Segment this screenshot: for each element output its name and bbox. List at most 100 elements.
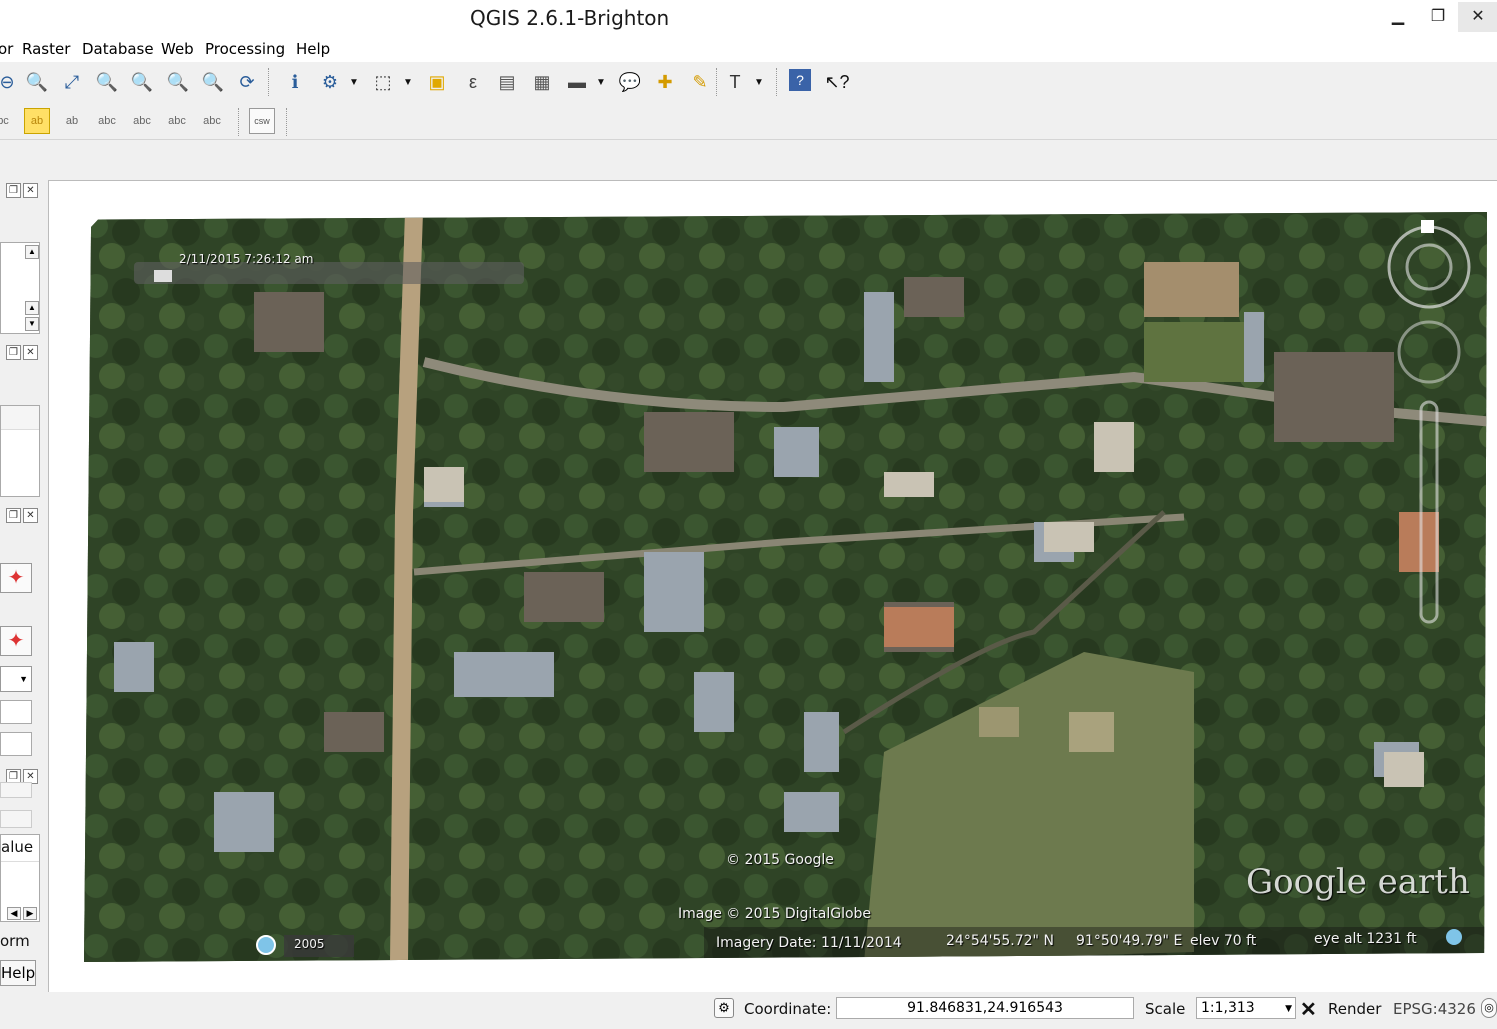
menu-processing[interactable]: Processing (205, 40, 285, 58)
zoom-layer-icon[interactable]: 🔍 (94, 69, 120, 95)
text-annotation-icon[interactable]: T (722, 69, 748, 95)
elevation: elev 70 ft (1190, 933, 1257, 949)
browser-panel[interactable] (0, 405, 40, 497)
dock-controls: ❐ ✕ (6, 508, 40, 524)
chevron-down-icon[interactable]: ▼ (349, 77, 359, 88)
text-field[interactable] (0, 732, 32, 756)
compass-icon[interactable]: ✦ (0, 626, 32, 656)
coordinate-field[interactable]: 91.846831,24.916543 (836, 997, 1134, 1019)
zoom-full-icon[interactable]: ⤢ (59, 69, 85, 95)
crs-status[interactable]: EPSG:4326 (1393, 1000, 1476, 1018)
zoom-next-icon[interactable]: 🔍 (200, 69, 226, 95)
menu-web[interactable]: Web (161, 40, 194, 58)
scale-select[interactable]: 1:1,313 ▼ (1196, 997, 1296, 1019)
imagery-datetime: 2/11/2015 7:26:12 am (179, 252, 314, 266)
map-navigation-toolbar: ⊖ 🔍 ⤢ 🔍 🔍 🔍 🔍 ⟳ ℹ ⚙ ▼ ⬚ ▼ ▣ ε ▤ ▦ ▬ ▼ 💬 … (0, 62, 1497, 102)
show-hide-labels-icon[interactable]: abc (94, 108, 120, 134)
history-year[interactable]: 2005 (294, 937, 325, 951)
help-icon[interactable]: ? (789, 69, 811, 91)
toolbar-separator (238, 108, 240, 136)
select-features-icon[interactable]: ⬚ (370, 69, 396, 95)
close-button[interactable]: ✕ (1458, 2, 1497, 32)
deselect-icon[interactable]: ▣ (424, 69, 450, 95)
restore-button[interactable]: ❐ (1418, 2, 1458, 32)
compass-icon[interactable]: ✦ (0, 563, 32, 593)
text-field[interactable] (0, 700, 32, 724)
action-icon[interactable]: ⚙ (317, 69, 343, 95)
scroll-right-icon[interactable]: ▶ (23, 907, 37, 920)
dropdown[interactable]: ▼ (0, 666, 32, 692)
crs-icon[interactable]: ◎ (1481, 998, 1497, 1018)
menu-vector[interactable]: or (0, 40, 13, 58)
zoom-native-icon[interactable]: 🔍 (24, 69, 50, 95)
scale-label: Scale (1145, 1000, 1186, 1018)
chevron-down-icon[interactable]: ▼ (403, 77, 413, 88)
pin-labels-icon[interactable]: ab (59, 108, 85, 134)
menu-help[interactable]: Help (296, 40, 330, 58)
attribute-table-icon[interactable]: ▤ (494, 69, 520, 95)
satellite-imagery[interactable]: 2/11/2015 7:26:12 am 2005 © 2015 Google … (84, 212, 1487, 962)
float-panel-icon[interactable]: ❐ (6, 183, 21, 198)
float-panel-icon[interactable]: ❐ (6, 345, 21, 360)
eye-altitude: eye alt 1231 ft (1314, 931, 1417, 947)
label-icon[interactable]: bc (0, 108, 16, 134)
move-label-icon[interactable]: abc (129, 108, 155, 134)
close-panel-icon[interactable]: ✕ (23, 508, 38, 523)
layers-list[interactable]: ▲ ▲ ▼ (0, 242, 40, 334)
value-column-header[interactable]: alue (1, 838, 33, 856)
value-table[interactable]: alue ◀ ▶ (0, 834, 40, 922)
field-row (0, 782, 32, 798)
scroll-down-icon[interactable]: ▼ (25, 317, 39, 331)
annotation-icon[interactable]: 💬 (617, 69, 643, 95)
scroll-up-icon[interactable]: ▲ (25, 301, 39, 315)
whats-this-icon[interactable]: ↖? (824, 69, 850, 95)
coordinate-toggle-icon[interactable]: ⚙ (714, 998, 734, 1018)
rotate-label-icon[interactable]: abc (164, 108, 190, 134)
statistics-icon[interactable]: ▦ (529, 69, 555, 95)
render-checkbox[interactable]: Render (1328, 1000, 1381, 1018)
latitude: 24°54'55.72" N (946, 933, 1054, 949)
toolbar-separator (268, 68, 270, 96)
field-row (0, 810, 32, 828)
label-tool-icon[interactable]: ab (24, 108, 50, 134)
menu-raster[interactable]: Raster (22, 40, 70, 58)
chevron-down-icon[interactable]: ▼ (754, 77, 764, 88)
refresh-icon[interactable]: ⟳ (234, 69, 260, 95)
minimize-button[interactable]: ▁ (1378, 2, 1418, 32)
toolbar-separator (286, 108, 288, 136)
window-title: QGIS 2.6.1-Brighton (470, 6, 670, 30)
change-label-icon[interactable]: abc (199, 108, 225, 134)
menu-database[interactable]: Database (82, 40, 154, 58)
new-bookmark-icon[interactable]: ✚ (652, 69, 678, 95)
scale-value: 1:1,313 (1201, 1000, 1255, 1016)
zoom-out-icon[interactable]: ⊖ (0, 69, 20, 95)
title-bar: QGIS 2.6.1-Brighton ▁ ❐ ✕ (0, 0, 1497, 38)
longitude: 91°50'49.79" E (1076, 933, 1183, 949)
label-toolbar: bc ab ab abc abc abc abc csw (0, 102, 1497, 140)
scroll-up-icon[interactable]: ▲ (25, 245, 39, 259)
measure-icon[interactable]: ▬ (564, 69, 590, 95)
show-bookmarks-icon[interactable]: ✎ (687, 69, 713, 95)
csw-icon[interactable]: csw (249, 108, 275, 134)
help-button[interactable]: Help (0, 960, 36, 986)
copyright-google: © 2015 Google (726, 852, 834, 868)
identify-icon[interactable]: ℹ (282, 69, 308, 95)
imagery-date: Imagery Date: 11/11/2014 (716, 935, 902, 951)
zoom-last-icon[interactable]: 🔍 (165, 69, 191, 95)
copyright-imagery: Image © 2015 DigitalGlobe (678, 906, 872, 922)
chevron-down-icon: ▼ (1285, 1004, 1292, 1014)
panel-header (1, 406, 39, 430)
close-panel-icon[interactable]: ✕ (23, 345, 38, 360)
toolbar-separator (716, 68, 718, 96)
stop-render-icon[interactable]: ✕ (1300, 997, 1317, 1022)
expression-icon[interactable]: ε (460, 69, 486, 95)
scroll-left-icon[interactable]: ◀ (7, 907, 21, 920)
chevron-down-icon: ▼ (19, 674, 28, 684)
chevron-down-icon[interactable]: ▼ (596, 77, 606, 88)
zoom-selection-icon[interactable]: 🔍 (129, 69, 155, 95)
google-earth-logo: Google earth (1246, 862, 1470, 902)
float-panel-icon[interactable]: ❐ (6, 508, 21, 523)
status-bar: ⚙ Coordinate: 91.846831,24.916543 Scale … (0, 994, 1497, 1029)
close-panel-icon[interactable]: ✕ (23, 183, 38, 198)
satellite-image (84, 212, 1487, 962)
